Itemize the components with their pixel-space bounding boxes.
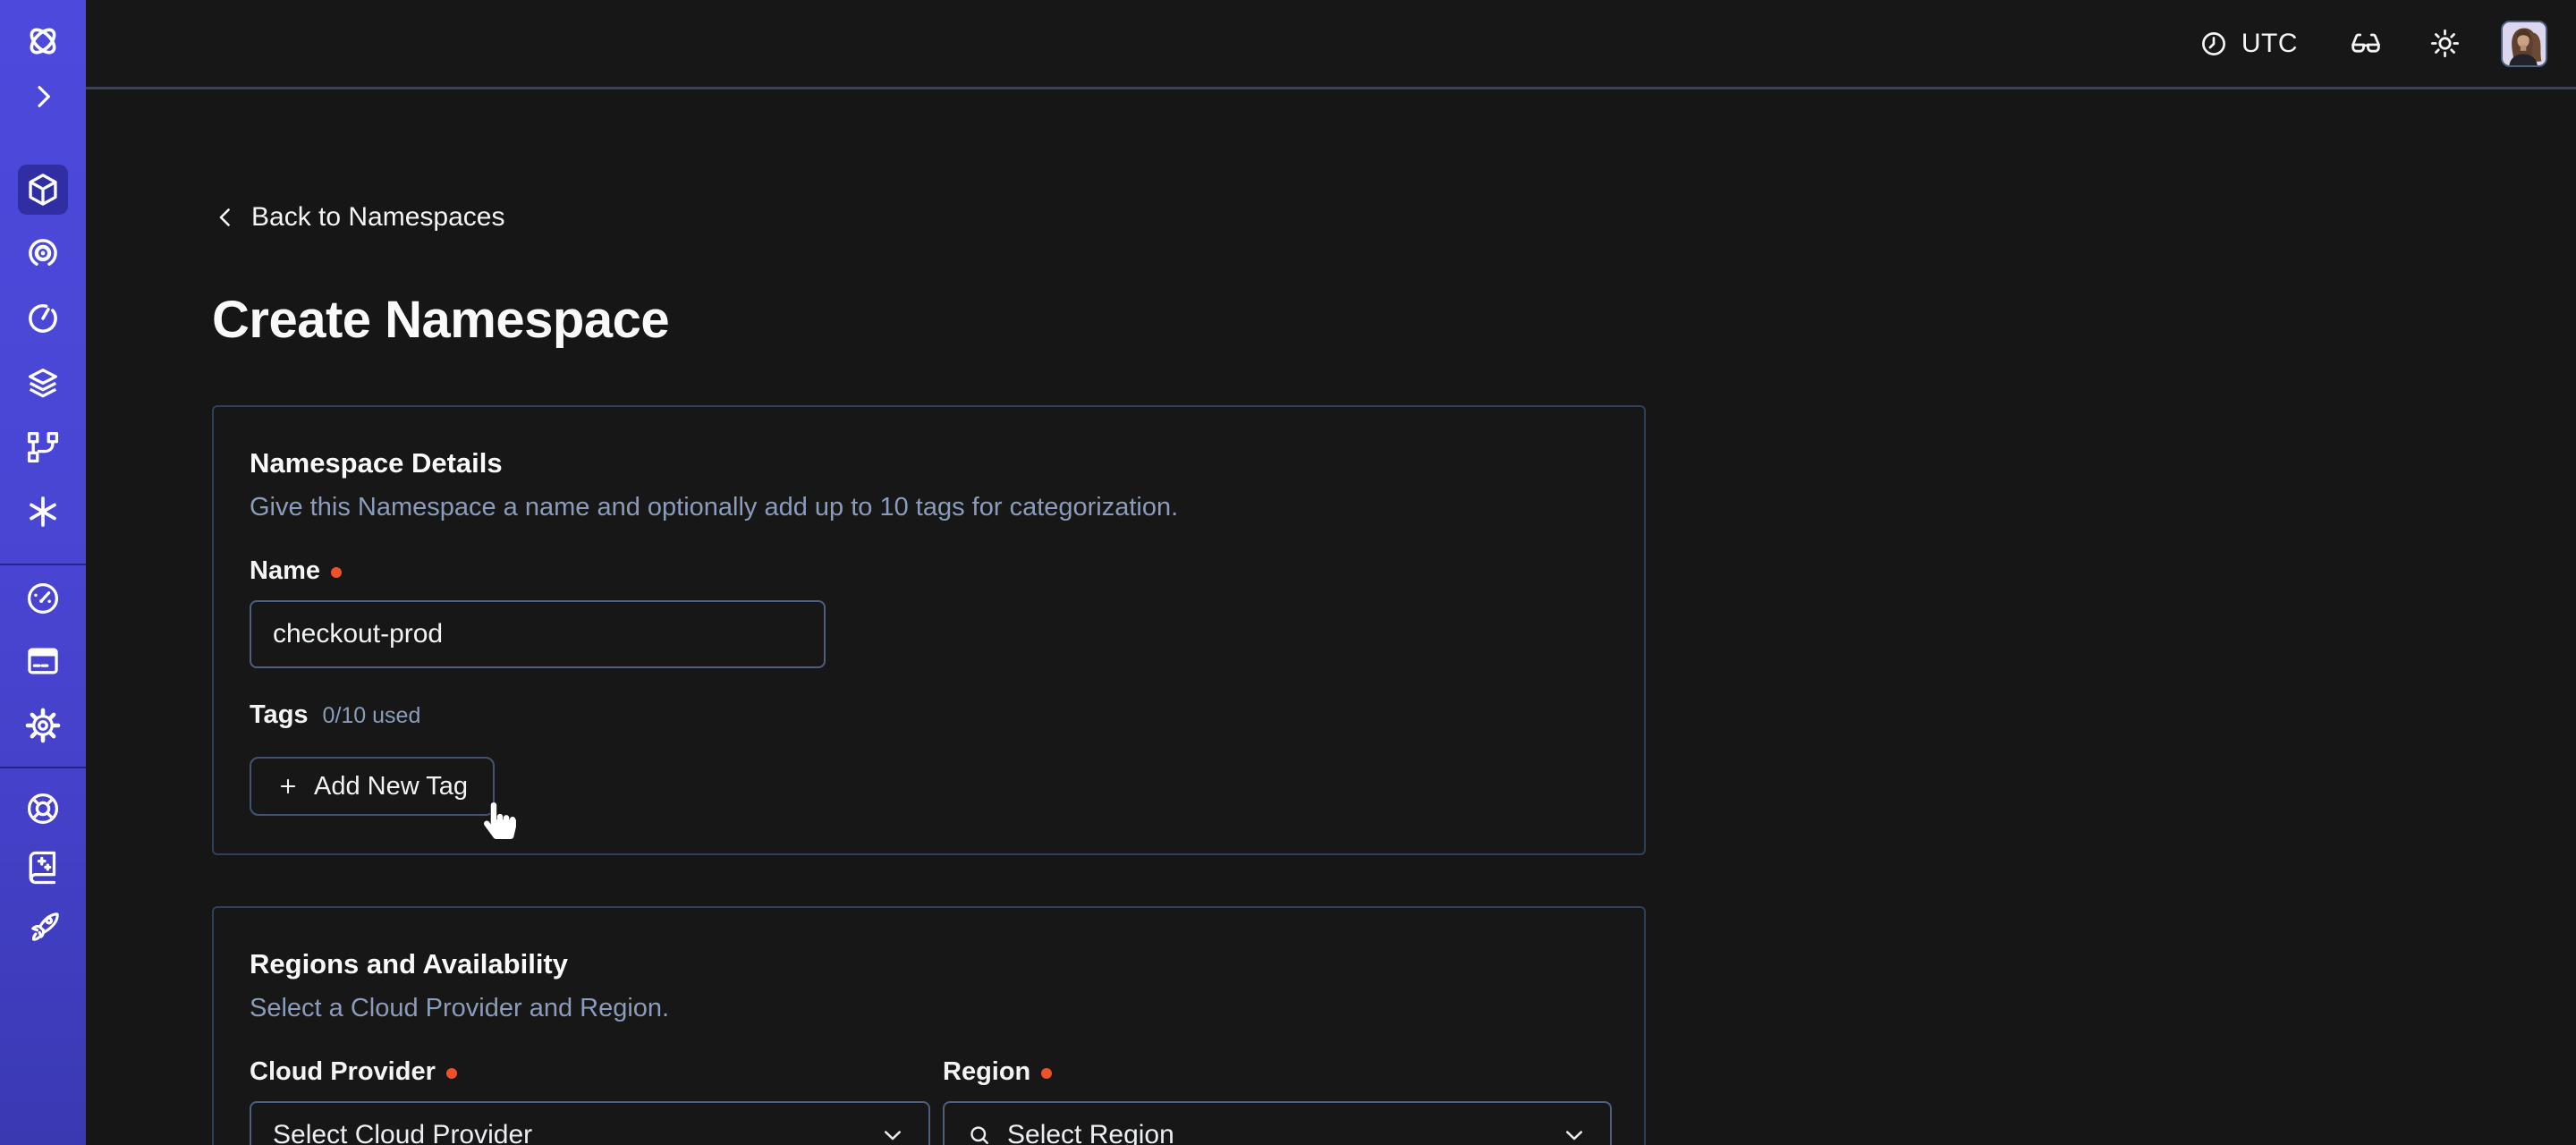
cloud-provider-select[interactable]: Select Cloud Provider — [250, 1101, 930, 1145]
sidebar-item-getting-started[interactable] — [21, 905, 64, 948]
cloud-provider-placeholder: Select Cloud Provider — [273, 1120, 532, 1145]
card-title: Regions and Availability — [250, 947, 1608, 981]
sidebar-item-stack[interactable] — [21, 361, 64, 404]
name-label-row: Name — [250, 556, 1608, 586]
back-link-label: Back to Namespaces — [251, 202, 504, 233]
sidebar-item-docs[interactable] — [21, 846, 64, 889]
layers-icon — [23, 363, 63, 403]
sidebar-item-namespaces[interactable] — [18, 165, 68, 215]
sidebar-item-schedules[interactable] — [21, 297, 64, 340]
plus-icon — [276, 775, 300, 798]
docs-book-icon — [23, 848, 63, 887]
user-avatar[interactable] — [2501, 21, 2547, 67]
regions-availability-card: Regions and Availability Select a Cloud … — [212, 906, 1646, 1145]
sidebar-item-billing[interactable] — [21, 640, 64, 683]
required-dot — [446, 1068, 457, 1079]
page-title: Create Namespace — [212, 292, 2576, 349]
required-dot — [1041, 1068, 1052, 1079]
timezone-selector[interactable]: UTC — [2199, 29, 2298, 59]
branch-icon — [23, 428, 63, 467]
region-label-row: Region — [943, 1056, 1612, 1087]
tags-usage-count: 0/10 used — [323, 703, 421, 729]
cube-icon — [23, 170, 63, 209]
billing-panel-icon — [23, 641, 63, 681]
cloud-provider-label-row: Cloud Provider — [250, 1056, 930, 1087]
region-select[interactable]: Select Region — [943, 1101, 1612, 1145]
sun-icon[interactable] — [2428, 27, 2462, 60]
glasses-icon[interactable] — [2348, 26, 2384, 62]
card-subtitle: Select a Cloud Provider and Region. — [250, 992, 1608, 1024]
sidebar-item-deployments[interactable] — [21, 426, 64, 469]
sidebar-divider — [0, 767, 86, 768]
clock-icon — [2199, 29, 2229, 59]
search-icon — [966, 1122, 993, 1145]
provider-region-grid: Cloud Provider Select Cloud Provider Reg… — [250, 1056, 1608, 1145]
region-field: Region Select Region — [943, 1056, 1612, 1145]
cloud-provider-label: Cloud Provider — [250, 1056, 436, 1087]
sidebar-item-settings[interactable] — [21, 704, 64, 747]
card-subtitle: Give this Namespace a name and optionall… — [250, 491, 1608, 523]
temporal-logo-icon[interactable] — [21, 20, 64, 63]
add-new-tag-label: Add New Tag — [314, 772, 468, 802]
orbit-eye-icon — [23, 233, 63, 273]
chevron-down-icon — [878, 1121, 907, 1145]
timer-icon — [23, 299, 63, 338]
name-label: Name — [250, 556, 320, 586]
region-label: Region — [943, 1056, 1030, 1087]
sidebar — [0, 0, 86, 1145]
namespace-details-card: Namespace Details Give this Namespace a … — [212, 405, 1646, 855]
rocket-icon — [23, 907, 63, 946]
timezone-label: UTC — [2241, 29, 2298, 59]
card-title: Namespace Details — [250, 446, 1608, 480]
topbar: UTC — [86, 0, 2576, 89]
back-link[interactable]: Back to Namespaces — [212, 202, 504, 233]
tags-label: Tags — [250, 700, 309, 730]
sidebar-item-workflows[interactable] — [21, 232, 64, 275]
chevron-down-icon — [1560, 1121, 1589, 1145]
gauge-icon — [23, 579, 63, 618]
sidebar-item-usage[interactable] — [21, 577, 64, 620]
cloud-provider-field: Cloud Provider Select Cloud Provider — [250, 1056, 930, 1145]
main-content: Back to Namespaces Create Namespace Name… — [86, 92, 2576, 1145]
add-new-tag-button[interactable]: Add New Tag — [250, 757, 495, 816]
expand-chevron-icon[interactable] — [21, 75, 64, 118]
sidebar-item-nexus[interactable] — [21, 490, 64, 533]
tags-label-row: Tags 0/10 used — [250, 700, 1608, 730]
gear-icon — [23, 706, 63, 745]
namespace-name-input[interactable] — [250, 600, 826, 668]
chevron-left-icon — [212, 204, 239, 231]
asterisk-icon — [23, 492, 63, 531]
region-placeholder: Select Region — [1007, 1120, 1174, 1145]
required-dot — [331, 567, 342, 578]
sidebar-item-support[interactable] — [21, 787, 64, 830]
sidebar-divider — [0, 564, 86, 565]
lifebuoy-icon — [23, 789, 63, 828]
